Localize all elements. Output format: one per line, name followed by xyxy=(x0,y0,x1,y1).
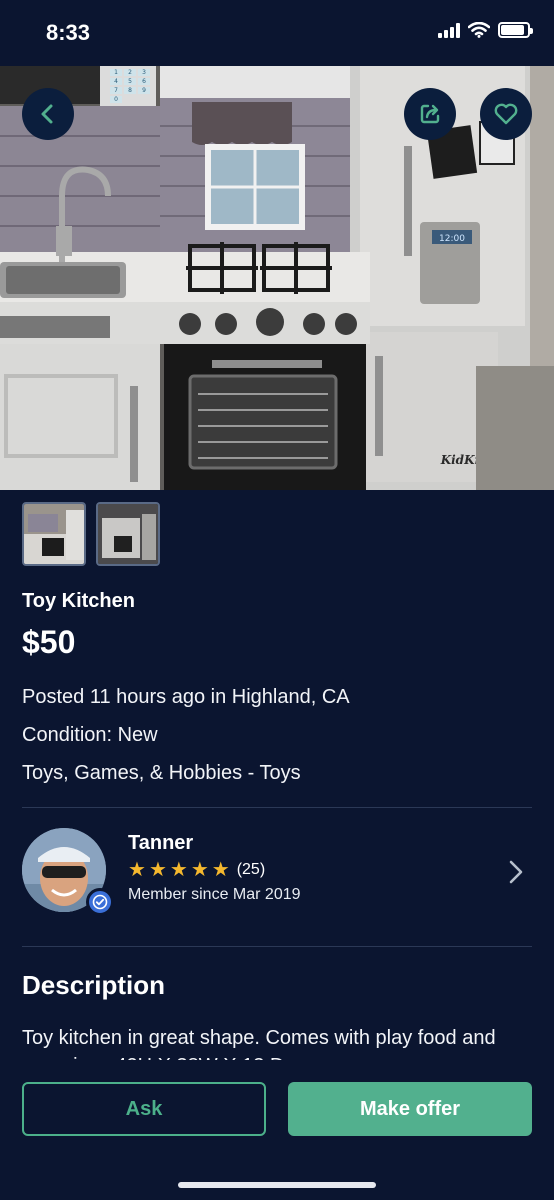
description-heading: Description xyxy=(22,970,166,1000)
keypad-key: 5 xyxy=(124,78,136,85)
keypad-key: 8 xyxy=(124,87,136,94)
star-icon: ★ xyxy=(211,859,230,881)
keypad-key: 0 xyxy=(110,96,122,103)
keypad-key: 2 xyxy=(124,69,136,76)
review-count: (25) xyxy=(236,861,266,878)
battery-level xyxy=(501,25,525,35)
chevron-left-icon xyxy=(41,104,53,124)
item-price: $50 xyxy=(22,624,76,660)
keypad-key: 1 xyxy=(110,69,122,76)
item-title: Toy Kitchen xyxy=(22,590,135,612)
seller-name: Tanner xyxy=(128,832,194,854)
condition-info: Condition: New xyxy=(22,724,158,746)
status-bar: 8:33 xyxy=(0,0,554,66)
back-button[interactable] xyxy=(22,88,74,140)
fridge-clock-text: 12:00 xyxy=(439,234,465,244)
star-icon: ★ xyxy=(128,859,146,881)
thumbnail-2[interactable] xyxy=(96,502,160,566)
seller-card[interactable]: Tanner ★ ★ ★ ★ ★ (25) Member since Mar 2019 xyxy=(0,808,554,946)
posted-info: Posted 11 hours ago in Highland, CA xyxy=(22,686,350,708)
keypad-key: 7 xyxy=(110,87,122,94)
share-button[interactable] xyxy=(404,88,456,140)
toy-kitchen-photo: 12:00 KidKraft xyxy=(0,66,554,490)
thumbnail-1[interactable] xyxy=(22,502,86,566)
star-icon: ★ xyxy=(190,859,209,881)
thumbnail-strip xyxy=(22,502,160,566)
toy-microwave-keypad: 123 456 789 0 xyxy=(100,66,156,106)
star-icon: ★ xyxy=(169,859,188,881)
star-icon: ★ xyxy=(148,859,167,881)
verified-badge xyxy=(86,888,114,916)
battery-icon xyxy=(498,22,533,38)
keypad-key: 6 xyxy=(138,78,150,85)
status-time: 8:33 xyxy=(46,20,91,45)
keypad-key: 3 xyxy=(138,69,150,76)
action-bar: Ask Make offer xyxy=(0,1062,554,1200)
keypad-key: 4 xyxy=(110,78,122,85)
status-icons xyxy=(438,22,533,38)
make-offer-button[interactable]: Make offer xyxy=(288,1082,532,1136)
description-text: Toy kitchen in great shape. Comes with p… xyxy=(22,1027,496,1060)
favorite-button[interactable] xyxy=(480,88,532,140)
member-since: Member since Mar 2019 xyxy=(128,886,301,903)
heart-icon xyxy=(494,103,518,125)
wifi-icon xyxy=(468,22,490,38)
category-link[interactable]: Toys, Games, & Hobbies - Toys xyxy=(22,762,301,785)
share-icon xyxy=(420,104,440,124)
cellular-signal-icon xyxy=(438,22,460,38)
keypad-key: 9 xyxy=(138,87,150,94)
listing-main-image[interactable]: 12:00 KidKraft 1 2 3 4 5 6 7 8 9 0 xyxy=(0,66,554,490)
check-badge-icon xyxy=(92,894,108,910)
home-indicator[interactable] xyxy=(178,1182,376,1188)
seller-rating: ★ ★ ★ ★ ★ (25) xyxy=(128,860,265,880)
rating-stars: ★ ★ ★ ★ ★ xyxy=(128,860,230,880)
chevron-right-icon xyxy=(509,860,523,884)
divider xyxy=(22,946,532,947)
ask-button[interactable]: Ask xyxy=(22,1082,266,1136)
